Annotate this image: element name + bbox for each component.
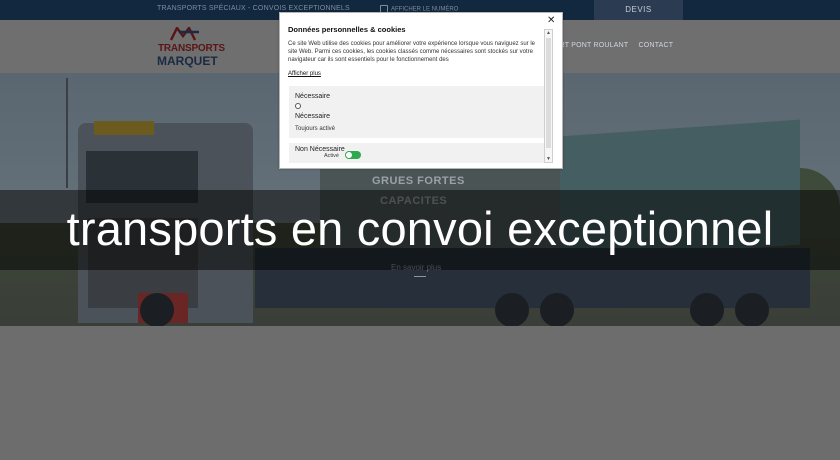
truck-sign bbox=[94, 121, 154, 135]
scrollbar-thumb[interactable] bbox=[546, 38, 551, 148]
tagline: TRANSPORTS SPÉCIAUX - CONVOIS EXCEPTIONN… bbox=[157, 5, 350, 12]
non-necessary-cookies-section: Non Nécessaire Activé bbox=[289, 143, 544, 163]
cookie-dialog-title: Données personnelles & cookies bbox=[288, 25, 406, 34]
logo-line2: MARQUET bbox=[157, 54, 218, 68]
title-banner: transports en convoi exceptionnel bbox=[0, 190, 840, 270]
devis-button[interactable]: DEVIS bbox=[594, 0, 683, 20]
nav-item-contact[interactable]: CONTACT bbox=[639, 42, 674, 49]
necessary-cookies-section: Nécessaire Nécessaire Toujours activé bbox=[289, 86, 544, 138]
scroll-down-icon[interactable]: ▼ bbox=[546, 156, 551, 162]
necessary-label: Nécessaire bbox=[295, 113, 331, 120]
non-necessary-toggle[interactable] bbox=[345, 151, 361, 159]
scroll-up-icon[interactable]: ▲ bbox=[546, 30, 551, 36]
logo-mark-icon bbox=[169, 27, 199, 41]
page-title: transports en convoi exceptionnel bbox=[66, 202, 774, 255]
non-necessary-section-title[interactable]: Non Nécessaire bbox=[295, 146, 345, 153]
wheel bbox=[140, 293, 174, 326]
close-icon[interactable]: ✕ bbox=[547, 15, 555, 26]
necessary-section-title[interactable]: Nécessaire bbox=[295, 93, 330, 100]
necessary-status: Toujours activé bbox=[295, 126, 336, 132]
hero-tower bbox=[66, 78, 68, 188]
cookie-description: Ce site Web utilise des cookies pour amé… bbox=[288, 41, 536, 63]
wheel bbox=[735, 293, 769, 326]
non-necessary-status: Activé bbox=[324, 153, 339, 159]
hero-heading-line1: GRUES FORTES bbox=[372, 175, 465, 187]
wheel bbox=[540, 293, 574, 326]
hero-link-underline bbox=[414, 276, 426, 277]
necessary-radio[interactable] bbox=[295, 103, 301, 109]
wheel bbox=[690, 293, 724, 326]
page-lower-area bbox=[0, 326, 840, 460]
logo[interactable]: TRANSPORTS MARQUET bbox=[156, 27, 225, 69]
nav-item-pont-roulant[interactable]: ORT PONT ROULANT bbox=[554, 42, 628, 49]
logo-line1: TRANSPORTS bbox=[158, 43, 225, 54]
toggle-knob bbox=[346, 152, 352, 158]
show-more-link[interactable]: Afficher plus bbox=[288, 71, 321, 77]
wheel bbox=[495, 293, 529, 326]
main-nav: ORT PONT ROULANT CONTACT bbox=[554, 42, 681, 49]
cookie-dialog: ✕ Données personnelles & cookies Ce site… bbox=[279, 12, 563, 169]
dialog-scrollbar[interactable]: ▲ ▼ bbox=[544, 29, 553, 163]
